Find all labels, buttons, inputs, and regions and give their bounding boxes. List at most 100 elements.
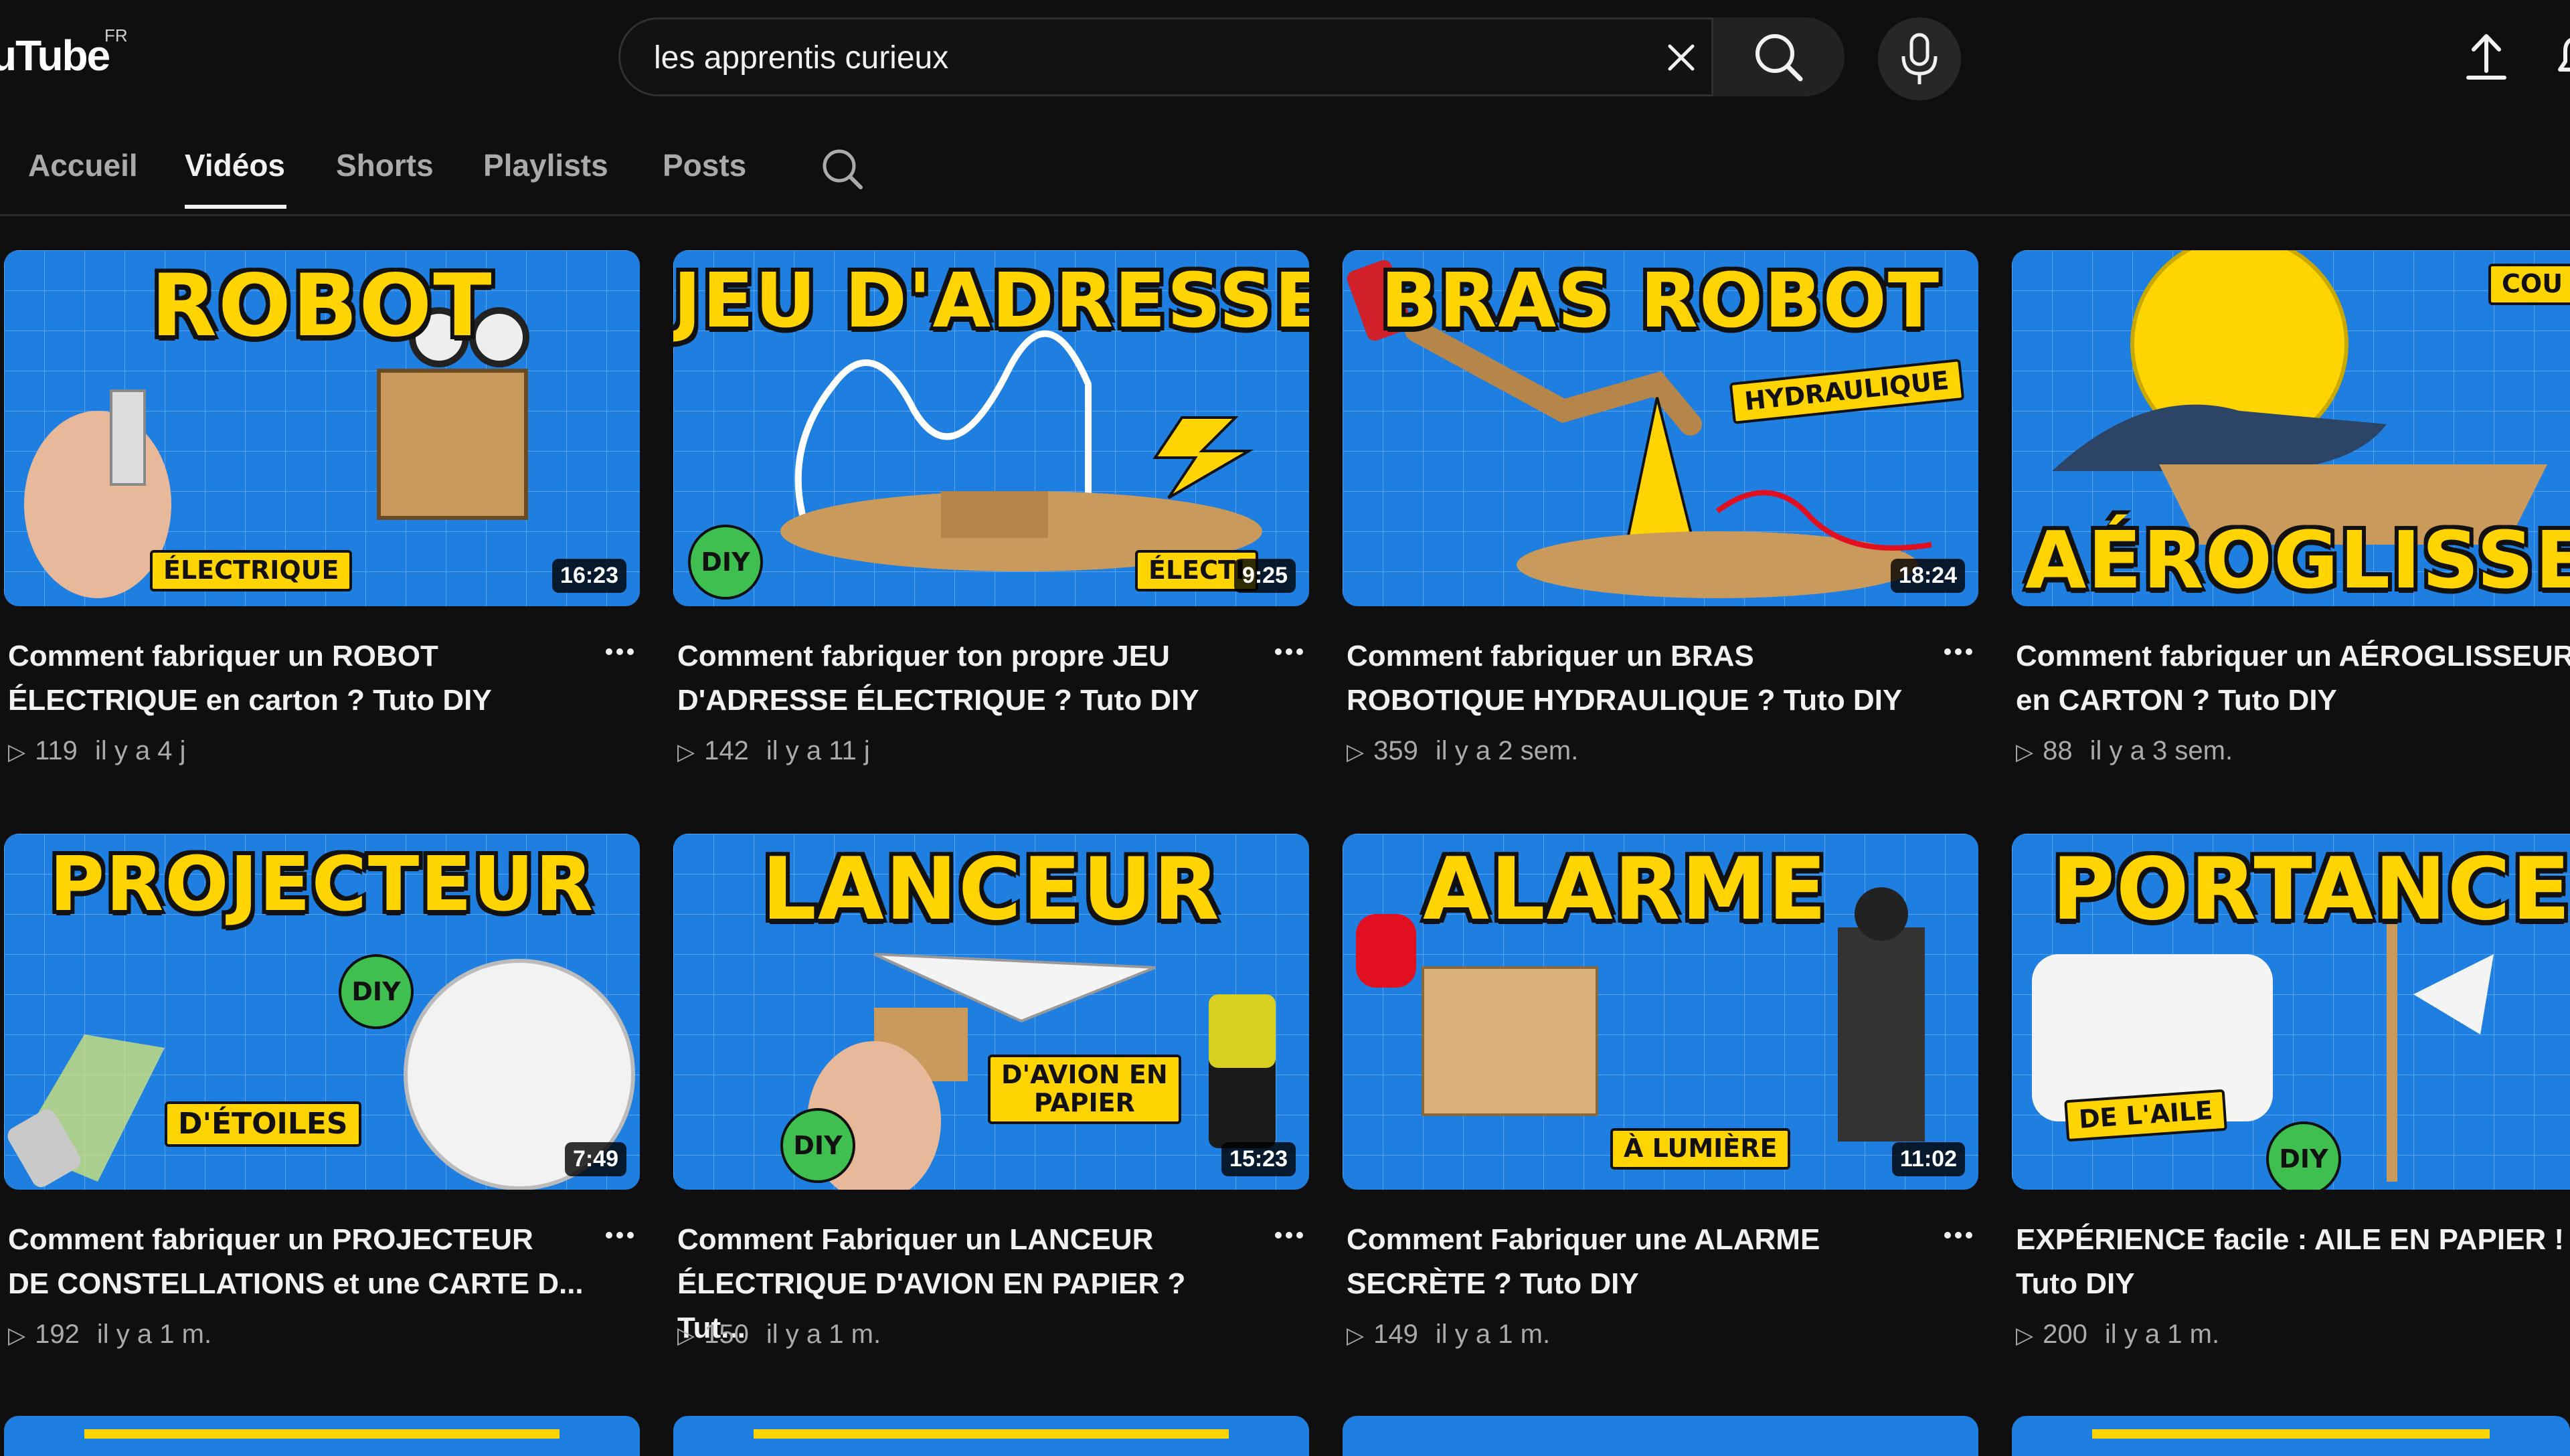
play-icon: ▷ [8, 739, 26, 765]
tab-playlists[interactable]: Playlists [483, 147, 608, 183]
video-menu-button[interactable] [1944, 637, 1973, 677]
video-title[interactable]: Comment fabriquer ton propre JEU D'ADRES… [677, 634, 1253, 723]
thumbnail-title: BRAS ROBOT [1380, 258, 1941, 345]
top-bar: uTube FR les apprentis curieux [0, 0, 2570, 114]
voice-search-button[interactable] [1878, 17, 1961, 100]
create-button[interactable] [2456, 27, 2516, 87]
video-duration: 15:23 [1221, 1142, 1296, 1176]
video-menu-button[interactable] [605, 637, 634, 677]
search-input[interactable]: les apprentis curieux [654, 39, 948, 76]
thumbnail-tag: D'AVION EN PAPIER [988, 1055, 1181, 1124]
play-icon: ▷ [1347, 1323, 1365, 1348]
thumbnail-tag: D'ÉTOILES [165, 1101, 361, 1148]
view-count: 359 [1373, 736, 1418, 765]
upload-icon [2466, 34, 2506, 80]
video-thumbnail-peek[interactable] [673, 1416, 1309, 1456]
video-duration: 7:49 [564, 1142, 626, 1176]
thumbnail-title: PROJECTEUR [49, 841, 594, 928]
thumbnail-title: PORTANCE [2052, 840, 2570, 939]
video-meta: ▷ 200 il y a 1 m. [2016, 1320, 2219, 1350]
video-meta: ▷ 192 il y a 1 m. [8, 1320, 211, 1350]
diy-badge: DIY [780, 1108, 855, 1183]
video-menu-button[interactable] [1944, 1220, 1973, 1261]
play-icon: ▷ [2016, 1323, 2034, 1348]
play-icon: ▷ [1347, 739, 1365, 765]
video-thumbnail[interactable]: BRAS ROBOT HYDRAULIQUE 18:24 [1343, 250, 1978, 606]
mic-icon [1901, 33, 1938, 84]
more-vert-icon [1275, 648, 1303, 655]
search-icon [823, 149, 863, 189]
video-title[interactable]: Comment fabriquer un ROBOT ÉLECTRIQUE en… [8, 634, 584, 723]
thumbnail-tag: À LUMIÈRE [1610, 1128, 1791, 1170]
country-code: FR [104, 25, 128, 46]
video-menu-button[interactable] [605, 1220, 634, 1261]
video-thumbnail[interactable]: PROJECTEUR DIY D'ÉTOILES 7:49 [4, 834, 640, 1190]
video-thumbnail-peek[interactable] [2012, 1416, 2570, 1456]
video-meta: ▷ 150 il y a 1 m. [677, 1320, 881, 1350]
tab-videos[interactable]: Vidéos [185, 147, 285, 183]
thumbnail-title: ALARME [1423, 840, 1828, 939]
play-icon: ▷ [2016, 739, 2034, 765]
thumbnail-title: LANCEUR [762, 840, 1221, 939]
video-title[interactable]: Comment fabriquer un PROJECTEUR DE CONST… [8, 1218, 584, 1306]
diy-badge: DIY [688, 525, 763, 600]
thumbnail-title: JEU D'ADRESSE [673, 258, 1309, 345]
video-thumbnail-peek[interactable] [4, 1416, 640, 1456]
view-count: 142 [704, 736, 749, 765]
search-box[interactable]: les apprentis curieux [618, 17, 1713, 96]
search-icon [1755, 34, 1803, 82]
video-meta: ▷ 359 il y a 2 sem. [1347, 736, 1578, 766]
video-menu-button[interactable] [1274, 637, 1304, 677]
video-card[interactable]: AÉROGLISSEU COU Comment fabriquer un AÉR… [2012, 250, 2570, 786]
upload-age: il y a 2 sem. [1435, 736, 1579, 765]
more-vert-icon [1944, 1232, 1972, 1239]
thumbnail-title: AÉROGLISSEU [2025, 514, 2570, 606]
video-thumbnail[interactable]: LANCEUR DIY D'AVION EN PAPIER 15:23 [673, 834, 1309, 1190]
video-thumbnail-peek[interactable] [1343, 1416, 1978, 1456]
video-thumbnail[interactable]: JEU D'ADRESSE DIY ÉLECTI 9:25 [673, 250, 1309, 606]
upload-age: il y a 11 j [766, 736, 870, 765]
thumbnail-tag: COU [2488, 264, 2570, 305]
view-count: 88 [2043, 736, 2073, 765]
upload-age: il y a 1 m. [766, 1320, 881, 1349]
video-card[interactable]: PORTANCE DE L'AILE DIY EXPÉRIENCE facile… [2012, 834, 2570, 1369]
tab-shorts[interactable]: Shorts [336, 147, 434, 183]
view-count: 150 [704, 1320, 749, 1349]
clear-search-button[interactable] [1658, 34, 1705, 81]
more-vert-icon [1944, 648, 1972, 655]
youtube-logo[interactable]: uTube [0, 31, 110, 80]
video-thumbnail[interactable]: PORTANCE DE L'AILE DIY [2012, 834, 2570, 1190]
channel-search-button[interactable] [818, 145, 867, 194]
video-duration: 9:25 [1233, 559, 1296, 593]
diy-badge: DIY [2266, 1121, 2341, 1190]
video-title[interactable]: EXPÉRIENCE facile : AILE EN PAPIER ! Tut… [2016, 1218, 2570, 1306]
video-meta: ▷ 119 il y a 4 j [8, 736, 186, 766]
upload-age: il y a 3 sem. [2089, 736, 2233, 765]
video-thumbnail[interactable]: ALARME À LUMIÈRE 11:02 [1343, 834, 1978, 1190]
notifications-button[interactable] [2547, 27, 2570, 87]
upload-age: il y a 1 m. [96, 1320, 212, 1349]
upload-age: il y a 1 m. [1435, 1320, 1551, 1349]
video-duration: 16:23 [552, 559, 626, 593]
search-button[interactable] [1713, 17, 1845, 96]
video-meta: ▷ 149 il y a 1 m. [1347, 1320, 1550, 1350]
video-duration: 18:24 [1891, 559, 1965, 593]
view-count: 119 [35, 736, 78, 765]
more-vert-icon [606, 1232, 634, 1239]
video-thumbnail[interactable]: ROBOT ÉLECTRIQUE 16:23 [4, 250, 640, 606]
thumbnail-title: ROBOT [151, 256, 493, 356]
view-count: 149 [1373, 1320, 1418, 1349]
video-menu-button[interactable] [1274, 1220, 1304, 1261]
thumbnail-tag: ÉLECTRIQUE [150, 550, 353, 592]
video-title[interactable]: Comment fabriquer un BRAS ROBOTIQUE HYDR… [1347, 634, 1922, 723]
video-title[interactable]: Comment fabriquer un AÉROGLISSEUR en CAR… [2016, 634, 2570, 723]
more-vert-icon [606, 648, 634, 655]
upload-age: il y a 1 m. [2104, 1320, 2220, 1349]
tab-posts[interactable]: Posts [663, 147, 746, 183]
diy-badge: DIY [339, 954, 414, 1029]
video-thumbnail[interactable]: AÉROGLISSEU COU [2012, 250, 2570, 606]
play-icon: ▷ [677, 1323, 695, 1348]
tab-accueil[interactable]: Accueil [28, 147, 138, 183]
video-duration: 11:02 [1891, 1142, 1965, 1176]
video-title[interactable]: Comment Fabriquer une ALARME SECRÈTE ? T… [1347, 1218, 1922, 1306]
